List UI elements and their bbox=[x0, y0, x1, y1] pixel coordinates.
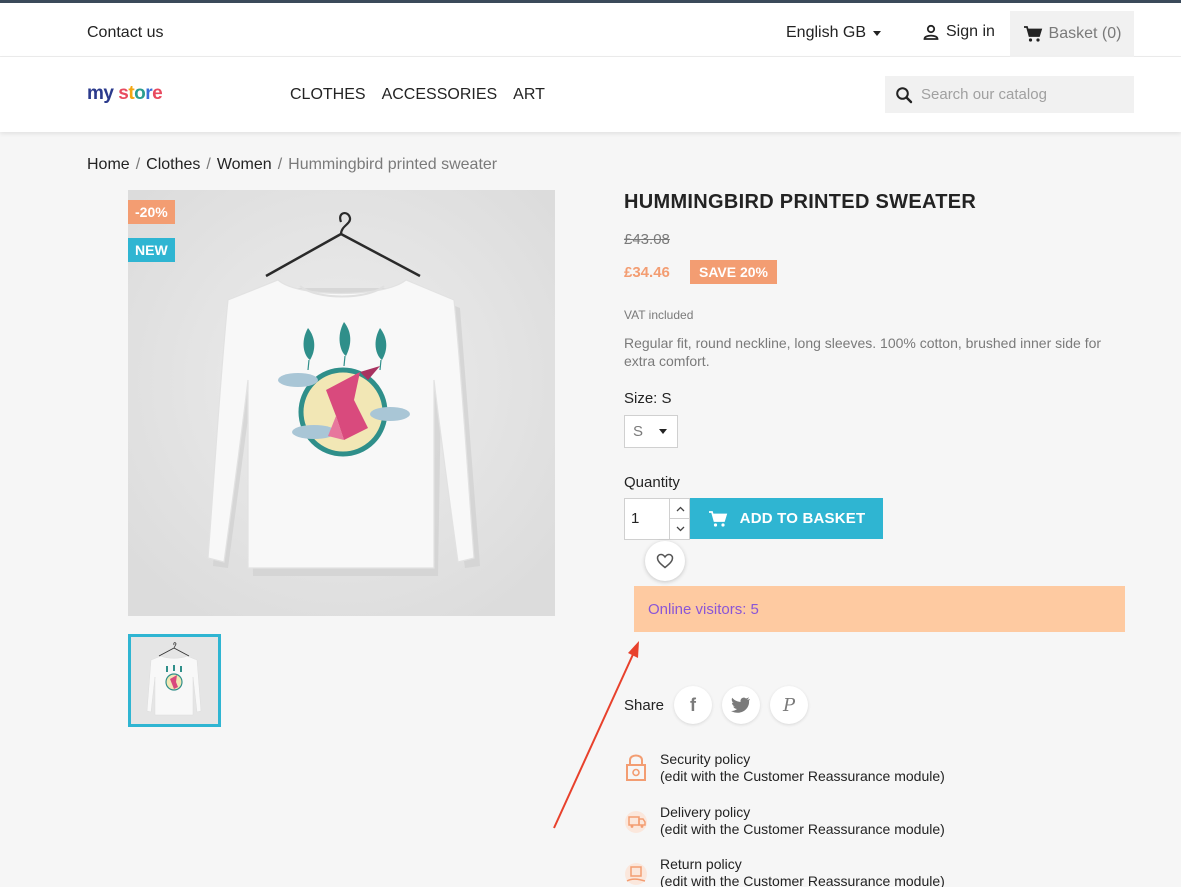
basket-label: Basket (0) bbox=[1048, 25, 1122, 42]
chevron-down-icon bbox=[659, 429, 667, 434]
reassurance-text: Delivery policy (edit with the Customer … bbox=[660, 804, 945, 838]
current-price: £34.46 bbox=[624, 264, 670, 281]
main-menu: CLOTHES ACCESSORIES ART bbox=[290, 86, 545, 104]
sweater-image bbox=[128, 190, 555, 616]
top-border bbox=[0, 0, 1181, 11]
discount-badge: -20% bbox=[128, 200, 175, 224]
breadcrumb-separator: / bbox=[206, 156, 211, 173]
facebook-icon: f bbox=[690, 694, 697, 715]
reassurance-text: Return policy (edit with the Customer Re… bbox=[660, 856, 945, 887]
online-visitors-text: Online visitors: 5 bbox=[648, 600, 759, 618]
contact-us-link[interactable]: Contact us bbox=[87, 24, 163, 42]
product-title: HUMMINGBIRD PRINTED SWEATER bbox=[624, 191, 977, 213]
share-label: Share bbox=[624, 696, 665, 714]
basket-button[interactable]: Basket (0) bbox=[1010, 11, 1134, 57]
language-selector[interactable]: English GB bbox=[786, 24, 882, 42]
reassurance-delivery: Delivery policy (edit with the Customer … bbox=[624, 804, 1144, 838]
quantity-increase-button[interactable] bbox=[670, 499, 691, 519]
sign-in-label: Sign in bbox=[946, 23, 995, 40]
quantity-stepper: 1 bbox=[624, 498, 691, 540]
product-description: Regular fit, round neckline, long sleeve… bbox=[624, 335, 1102, 369]
heart-icon bbox=[656, 553, 674, 569]
product-main-image[interactable]: -20% NEW bbox=[128, 190, 555, 616]
cart-icon bbox=[1023, 26, 1042, 42]
breadcrumb-separator: / bbox=[135, 156, 141, 173]
menu-item-clothes[interactable]: CLOTHES bbox=[290, 86, 366, 104]
logo-letter: s bbox=[118, 83, 129, 104]
share-section: Share f P bbox=[624, 686, 809, 724]
breadcrumb-clothes[interactable]: Clothes bbox=[146, 156, 200, 174]
save-badge: SAVE 20% bbox=[690, 260, 777, 284]
search-box bbox=[885, 76, 1134, 113]
logo-letter: e bbox=[152, 83, 163, 104]
top-nav: Contact us English GB Sign in Basket (0) bbox=[0, 11, 1181, 57]
breadcrumb-current: Hummingbird printed sweater bbox=[288, 156, 498, 173]
add-to-basket-label: ADD TO BASKET bbox=[739, 510, 866, 527]
caret-down-icon bbox=[873, 30, 882, 36]
return-icon bbox=[625, 863, 647, 885]
search-input[interactable] bbox=[921, 86, 1121, 103]
user-icon bbox=[923, 24, 939, 40]
reassurance-subtitle: (edit with the Customer Reassurance modu… bbox=[660, 768, 945, 784]
breadcrumb-women[interactable]: Women bbox=[217, 156, 272, 174]
quantity-label: Quantity bbox=[624, 474, 680, 491]
truck-icon bbox=[625, 811, 647, 833]
size-label: Size: S bbox=[624, 390, 672, 407]
chevron-up-icon bbox=[676, 506, 685, 511]
logo-letter: o bbox=[134, 83, 146, 104]
reassurance-title: Security policy bbox=[660, 751, 751, 767]
sign-in-link[interactable]: Sign in bbox=[922, 23, 995, 41]
reassurance-subtitle: (edit with the Customer Reassurance modu… bbox=[660, 873, 945, 887]
quantity-decrease-button[interactable] bbox=[670, 519, 691, 539]
search-icon[interactable] bbox=[895, 86, 913, 104]
size-select-value: S bbox=[633, 423, 644, 440]
menu-item-accessories[interactable]: ACCESSORIES bbox=[382, 86, 498, 104]
breadcrumb-separator: / bbox=[277, 156, 283, 173]
language-label: English GB bbox=[786, 24, 867, 41]
reassurance-title: Delivery policy bbox=[660, 804, 751, 820]
product-thumbnail[interactable] bbox=[128, 634, 221, 727]
pinterest-icon: P bbox=[782, 694, 796, 716]
breadcrumb-home[interactable]: Home bbox=[87, 156, 130, 174]
store-logo[interactable]: my store bbox=[87, 83, 163, 105]
twitter-share-button[interactable] bbox=[722, 686, 761, 724]
chevron-down-icon bbox=[676, 526, 685, 532]
new-badge: NEW bbox=[128, 238, 175, 262]
quantity-input[interactable]: 1 bbox=[631, 510, 639, 527]
pinterest-share-button[interactable]: P bbox=[770, 686, 809, 724]
online-visitors-banner: Online visitors: 5 bbox=[634, 586, 1125, 632]
reassurance-return: Return policy (edit with the Customer Re… bbox=[624, 856, 1144, 887]
cart-icon bbox=[708, 510, 727, 527]
sweater-thumbnail-image bbox=[131, 637, 218, 724]
breadcrumb: Home / Clothes / Women / Hummingbird pri… bbox=[87, 156, 497, 174]
size-select[interactable]: S bbox=[624, 415, 678, 448]
old-price: £43.08 bbox=[624, 231, 670, 248]
vat-note: VAT included bbox=[624, 308, 694, 322]
add-to-basket-button[interactable]: ADD TO BASKET bbox=[690, 498, 883, 539]
quantity-arrows bbox=[669, 499, 691, 539]
wishlist-button[interactable] bbox=[645, 541, 685, 581]
reassurance-subtitle: (edit with the Customer Reassurance modu… bbox=[660, 821, 945, 837]
logo-text-my: my bbox=[87, 83, 114, 104]
twitter-icon bbox=[731, 697, 751, 713]
lock-icon bbox=[626, 754, 646, 781]
menu-item-art[interactable]: ART bbox=[513, 86, 545, 104]
reassurance-security: Security policy (edit with the Customer … bbox=[624, 751, 1144, 785]
reassurance-title: Return policy bbox=[660, 856, 742, 872]
facebook-share-button[interactable]: f bbox=[674, 686, 713, 724]
reassurance-text: Security policy (edit with the Customer … bbox=[660, 751, 945, 785]
header-main: my store CLOTHES ACCESSORIES ART bbox=[0, 57, 1181, 132]
